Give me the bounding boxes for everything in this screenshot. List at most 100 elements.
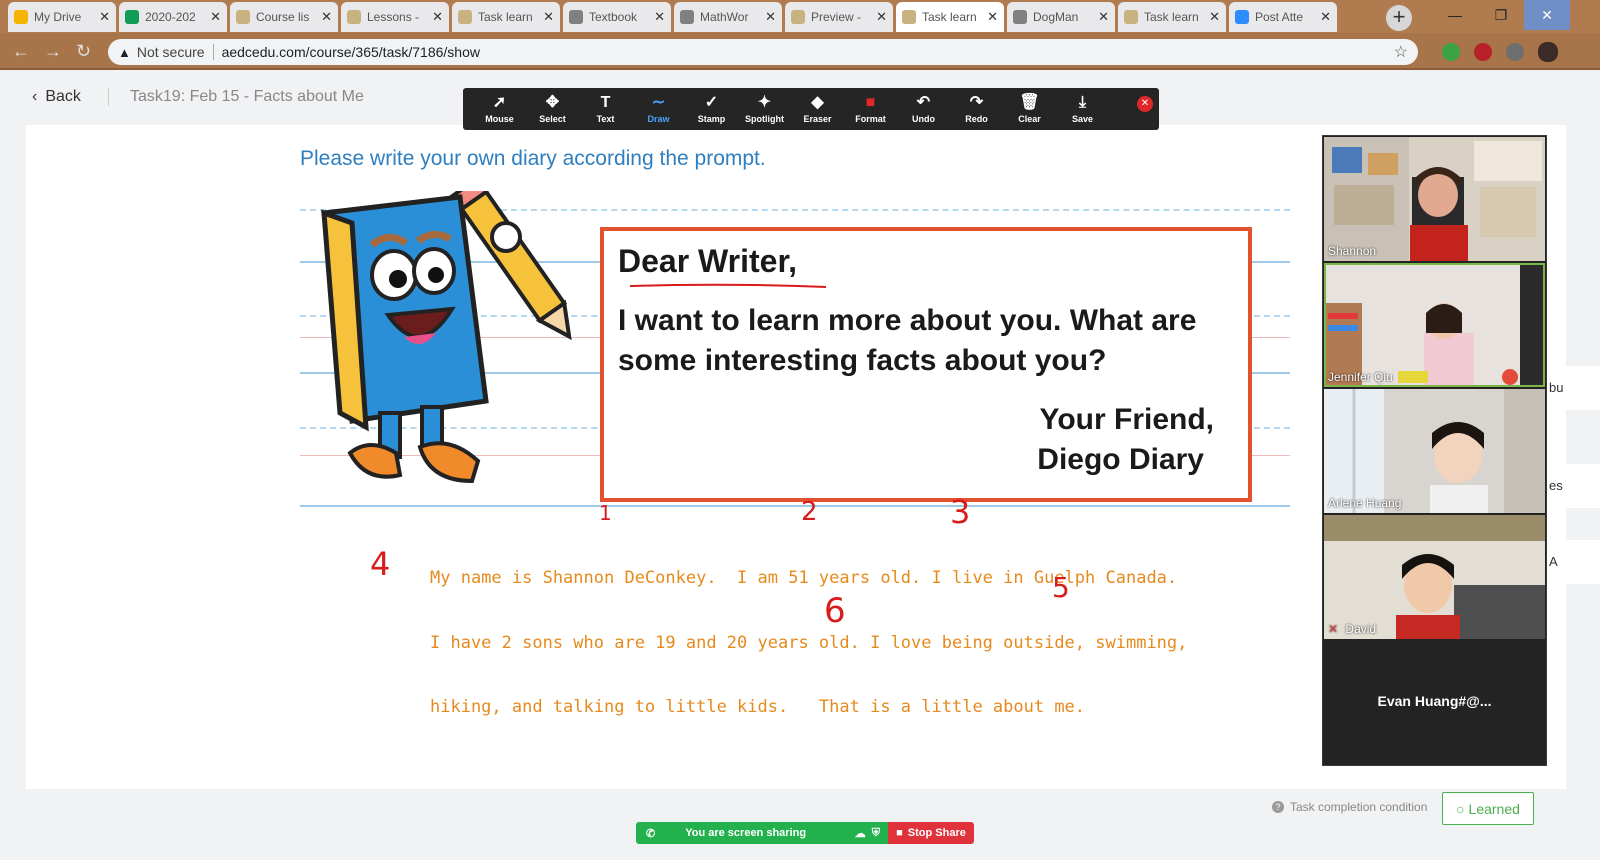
- video-gallery-panel: Shannon Jennifer Qiu Arlene Huang ✕ Davi…: [1322, 135, 1547, 766]
- diary-answer: My name is Shannon DeConkey. I am 51 yea…: [430, 525, 1187, 762]
- tab-favicon-icon: [125, 10, 139, 24]
- tab-close-icon[interactable]: ✕: [1320, 9, 1331, 25]
- browser-tab[interactable]: DogMan ✕: [1007, 2, 1115, 32]
- task-title: Task19: Feb 15 - Facts about Me: [130, 88, 364, 105]
- stamp-check-icon: ✓: [704, 94, 719, 111]
- minimize-button[interactable]: —: [1432, 0, 1478, 30]
- tab-close-icon[interactable]: ✕: [765, 9, 776, 25]
- stop-square-icon: ■: [896, 827, 903, 839]
- side-panel-clip: es: [1547, 464, 1600, 508]
- back-arrow-icon[interactable]: ←: [12, 41, 30, 62]
- tool-label: Format: [855, 114, 886, 124]
- tab-close-icon[interactable]: ✕: [987, 9, 998, 25]
- close-toolbar-icon[interactable]: ✕: [1137, 96, 1153, 112]
- tab-close-icon[interactable]: ✕: [654, 9, 665, 25]
- participant-video: [1324, 515, 1545, 639]
- tab-close-icon[interactable]: ✕: [210, 9, 221, 25]
- tool-format[interactable]: ■ Format: [844, 88, 897, 130]
- browser-tab[interactable]: Lessons - ✕: [341, 2, 449, 32]
- tab-title: My Drive: [34, 10, 82, 24]
- tab-close-icon[interactable]: ✕: [1209, 9, 1220, 25]
- tool-select[interactable]: ✥ Select: [526, 88, 579, 130]
- tool-text[interactable]: T Text: [579, 88, 632, 130]
- tool-save[interactable]: ⤓ Save: [1056, 88, 1109, 130]
- extension-green-icon[interactable]: [1442, 43, 1460, 61]
- tab-title: DogMan: [1033, 10, 1079, 24]
- learned-button[interactable]: ○ Learned: [1442, 792, 1534, 825]
- url-bar[interactable]: ▲ Not secure aedcedu.com/course/365/task…: [108, 39, 1418, 65]
- tool-eraser[interactable]: ◆ Eraser: [791, 88, 844, 130]
- tab-close-icon[interactable]: ✕: [876, 9, 887, 25]
- tool-stamp[interactable]: ✓ Stamp: [685, 88, 738, 130]
- mouse-pointer-icon: ➚: [492, 94, 507, 111]
- tab-close-icon[interactable]: ✕: [432, 9, 443, 25]
- url-text: aedcedu.com/course/365/task/7186/show: [221, 44, 480, 60]
- tab-favicon-icon: [569, 10, 583, 24]
- maximize-button[interactable]: ❐: [1478, 0, 1524, 30]
- extensions-puzzle-icon[interactable]: [1506, 43, 1524, 61]
- annotation-toolbar: ➚ Mouse ✥ Select T Text ∼ Draw ✓ Stamp ✦ Spotlight ◆…: [463, 88, 1159, 130]
- browser-tab[interactable]: Course lis ✕: [230, 2, 338, 32]
- undo-icon: ↶: [916, 94, 931, 111]
- tab-close-icon[interactable]: ✕: [1098, 9, 1109, 25]
- browser-tab[interactable]: Textbook ✕: [563, 2, 671, 32]
- tab-favicon-icon: [1235, 10, 1249, 24]
- tool-label: Select: [539, 114, 566, 124]
- reload-icon[interactable]: ↻: [76, 41, 91, 62]
- tool-label: Mouse: [485, 114, 514, 124]
- video-tile-shannon[interactable]: Shannon: [1324, 137, 1545, 261]
- participant-name-row: ✕ David: [1328, 622, 1377, 636]
- answer-line: My name is Shannon DeConkey. I am 51 yea…: [430, 568, 1178, 588]
- tab-close-icon[interactable]: ✕: [543, 9, 554, 25]
- back-link[interactable]: ‹ Back: [32, 88, 81, 106]
- spotlight-wand-icon: ✦: [757, 94, 772, 111]
- tool-undo[interactable]: ↶ Undo: [897, 88, 950, 130]
- browser-tab[interactable]: Task learn ✕: [1118, 2, 1226, 32]
- tool-mouse[interactable]: ➚ Mouse: [473, 88, 526, 130]
- extension-ublock-icon[interactable]: [1474, 43, 1492, 61]
- tab-title: Lessons -: [367, 10, 420, 24]
- new-tab-button[interactable]: +: [1386, 5, 1412, 31]
- browser-tab[interactable]: Preview - ✕: [785, 2, 893, 32]
- video-tile-arlene[interactable]: Arlene Huang: [1324, 389, 1545, 513]
- side-panel-clip: bu: [1547, 366, 1600, 410]
- breadcrumb-divider: [108, 88, 109, 106]
- video-tile-no-video[interactable]: Evan Huang#@...: [1323, 636, 1546, 766]
- letter-signature: Diego Diary: [1037, 443, 1204, 476]
- profile-avatar[interactable]: [1538, 42, 1558, 62]
- select-move-icon: ✥: [545, 94, 560, 111]
- task-completion-condition[interactable]: ? Task completion condition: [1272, 800, 1427, 814]
- tool-clear[interactable]: 🗑 Clear: [1003, 88, 1056, 130]
- tool-redo[interactable]: ↷ Redo: [950, 88, 1003, 130]
- video-tile-david[interactable]: ✕ David: [1324, 515, 1545, 639]
- share-status-label: You are screen sharing: [685, 827, 807, 839]
- browser-tab[interactable]: My Drive ✕: [8, 2, 116, 32]
- tab-title: Course lis: [256, 10, 310, 24]
- tab-title: Preview -: [811, 10, 862, 24]
- video-tile-jennifer[interactable]: Jennifer Qiu: [1324, 263, 1545, 387]
- browser-tab[interactable]: Task learn ✕: [896, 2, 1004, 32]
- tab-close-icon[interactable]: ✕: [99, 9, 110, 25]
- eraser-icon: ◆: [811, 94, 824, 111]
- browser-tab[interactable]: Task learn ✕: [452, 2, 560, 32]
- tab-favicon-icon: [236, 10, 250, 24]
- save-download-icon: ⤓: [1078, 94, 1087, 111]
- prompt-illustration: Dear Writer, I want to learn more about …: [300, 187, 1290, 515]
- browser-tab-strip: + — ❐ ✕ My Drive ✕ 2020-202 ✕ Course lis ✕ Les…: [0, 0, 1600, 33]
- bookmark-star-icon[interactable]: ☆: [1394, 42, 1408, 62]
- share-status[interactable]: ✆ You are screen sharing ☁ ⛨: [636, 822, 888, 844]
- redo-icon: ↷: [969, 94, 984, 111]
- forward-arrow-icon[interactable]: →: [44, 41, 62, 62]
- tool-draw[interactable]: ∼ Draw: [632, 88, 685, 130]
- close-window-button[interactable]: ✕: [1524, 0, 1570, 30]
- phone-icon: ✆: [646, 827, 656, 840]
- tool-label: Spotlight: [745, 114, 784, 124]
- tab-close-icon[interactable]: ✕: [321, 9, 332, 25]
- tool-spotlight[interactable]: ✦ Spotlight: [738, 88, 791, 130]
- stop-share-button[interactable]: ■ Stop Share: [888, 822, 974, 844]
- browser-tab[interactable]: MathWor ✕: [674, 2, 782, 32]
- browser-tab[interactable]: Post Atte ✕: [1229, 2, 1337, 32]
- browser-tab[interactable]: 2020-202 ✕: [119, 2, 227, 32]
- answer-line: hiking, and talking to little kids. That…: [430, 697, 1086, 717]
- tool-label: Redo: [965, 114, 988, 124]
